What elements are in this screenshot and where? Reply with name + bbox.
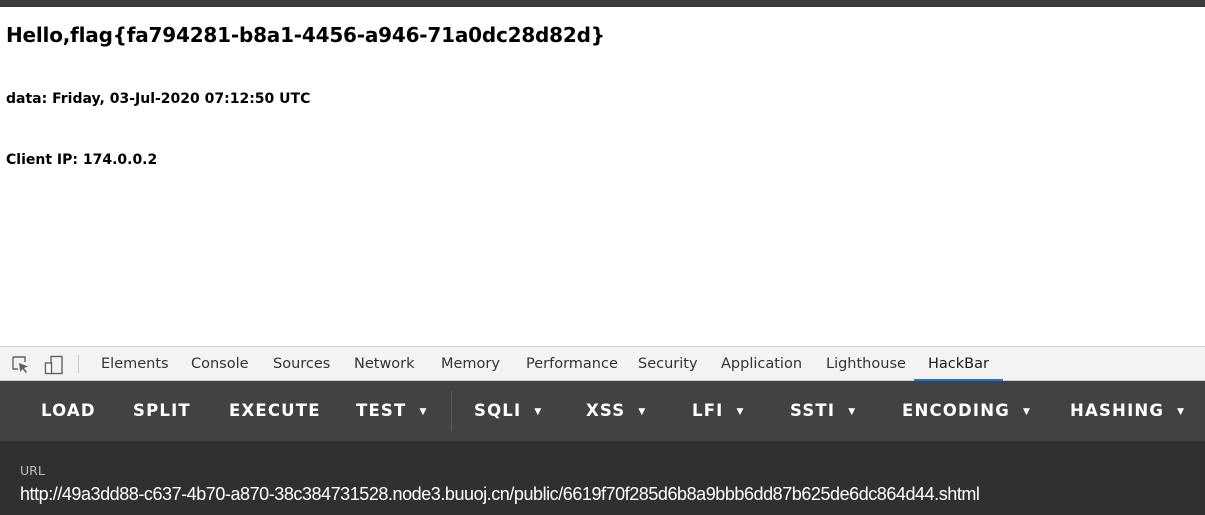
caret-down-icon: ▼ xyxy=(419,407,427,417)
execute-button[interactable]: EXECUTE xyxy=(229,381,321,441)
date-text: data: Friday, 03-Jul-2020 07:12:50 UTC xyxy=(6,91,311,107)
inspect-element-icon[interactable] xyxy=(11,355,31,375)
window-top-border xyxy=(0,0,1205,7)
split-button[interactable]: SPLIT xyxy=(133,381,191,441)
toolbar-divider xyxy=(451,391,452,431)
execute-label: EXECUTE xyxy=(229,401,321,420)
xss-label: XSS xyxy=(586,401,626,420)
hashing-dropdown[interactable]: HASHING ▼ xyxy=(1070,381,1184,441)
url-input[interactable]: http://49a3dd88-c637-4b70-a870-38c384731… xyxy=(20,484,980,505)
lfi-label: LFI xyxy=(692,401,724,420)
ssti-label: SSTI xyxy=(790,401,836,420)
tab-elements[interactable]: Elements xyxy=(101,347,169,381)
url-label: URL xyxy=(20,463,45,478)
devtools-divider xyxy=(78,355,79,373)
tab-application[interactable]: Application xyxy=(721,347,802,381)
hackbar-toolbar: LOAD SPLIT EXECUTE TEST ▼ SQLI ▼ XSS ▼ LFI ▼… xyxy=(0,381,1205,441)
page-content: Hello,flag{fa794281-b8a1-4456-a946-71a0d… xyxy=(0,7,1205,346)
caret-down-icon: ▼ xyxy=(1177,407,1185,417)
hashing-label: HASHING xyxy=(1070,401,1165,420)
sqli-label: SQLI xyxy=(474,401,522,420)
sqli-dropdown[interactable]: SQLI ▼ xyxy=(474,381,541,441)
device-toolbar-icon[interactable] xyxy=(44,355,64,375)
flag-heading: Hello,flag{fa794281-b8a1-4456-a946-71a0d… xyxy=(6,23,605,47)
caret-down-icon: ▼ xyxy=(736,407,744,417)
tab-console[interactable]: Console xyxy=(191,347,249,381)
lfi-dropdown[interactable]: LFI ▼ xyxy=(692,381,743,441)
ssti-dropdown[interactable]: SSTI ▼ xyxy=(790,381,855,441)
tab-sources[interactable]: Sources xyxy=(273,347,330,381)
test-label: TEST xyxy=(356,401,407,420)
tab-hackbar[interactable]: HackBar xyxy=(914,347,1003,381)
caret-down-icon: ▼ xyxy=(848,407,856,417)
caret-down-icon: ▼ xyxy=(1023,407,1030,417)
url-panel: URL http://49a3dd88-c637-4b70-a870-38c38… xyxy=(0,441,1205,515)
tab-memory[interactable]: Memory xyxy=(441,347,500,381)
load-label: LOAD xyxy=(41,401,96,420)
split-label: SPLIT xyxy=(133,401,191,420)
tab-performance[interactable]: Performance xyxy=(526,347,618,381)
load-button[interactable]: LOAD xyxy=(41,381,96,441)
caret-down-icon: ▼ xyxy=(534,407,542,417)
encoding-dropdown[interactable]: ENCODING ▼ xyxy=(902,381,1030,441)
test-dropdown[interactable]: TEST ▼ xyxy=(356,381,426,441)
client-ip-text: Client IP: 174.0.0.2 xyxy=(6,152,158,168)
caret-down-icon: ▼ xyxy=(638,407,646,417)
xss-dropdown[interactable]: XSS ▼ xyxy=(586,381,645,441)
tab-network[interactable]: Network xyxy=(354,347,415,381)
tab-lighthouse[interactable]: Lighthouse xyxy=(826,347,906,381)
devtools-tab-bar: Elements Console Sources Network Memory … xyxy=(0,346,1205,381)
encoding-label: ENCODING xyxy=(902,401,1011,420)
tab-security[interactable]: Security xyxy=(638,347,698,381)
